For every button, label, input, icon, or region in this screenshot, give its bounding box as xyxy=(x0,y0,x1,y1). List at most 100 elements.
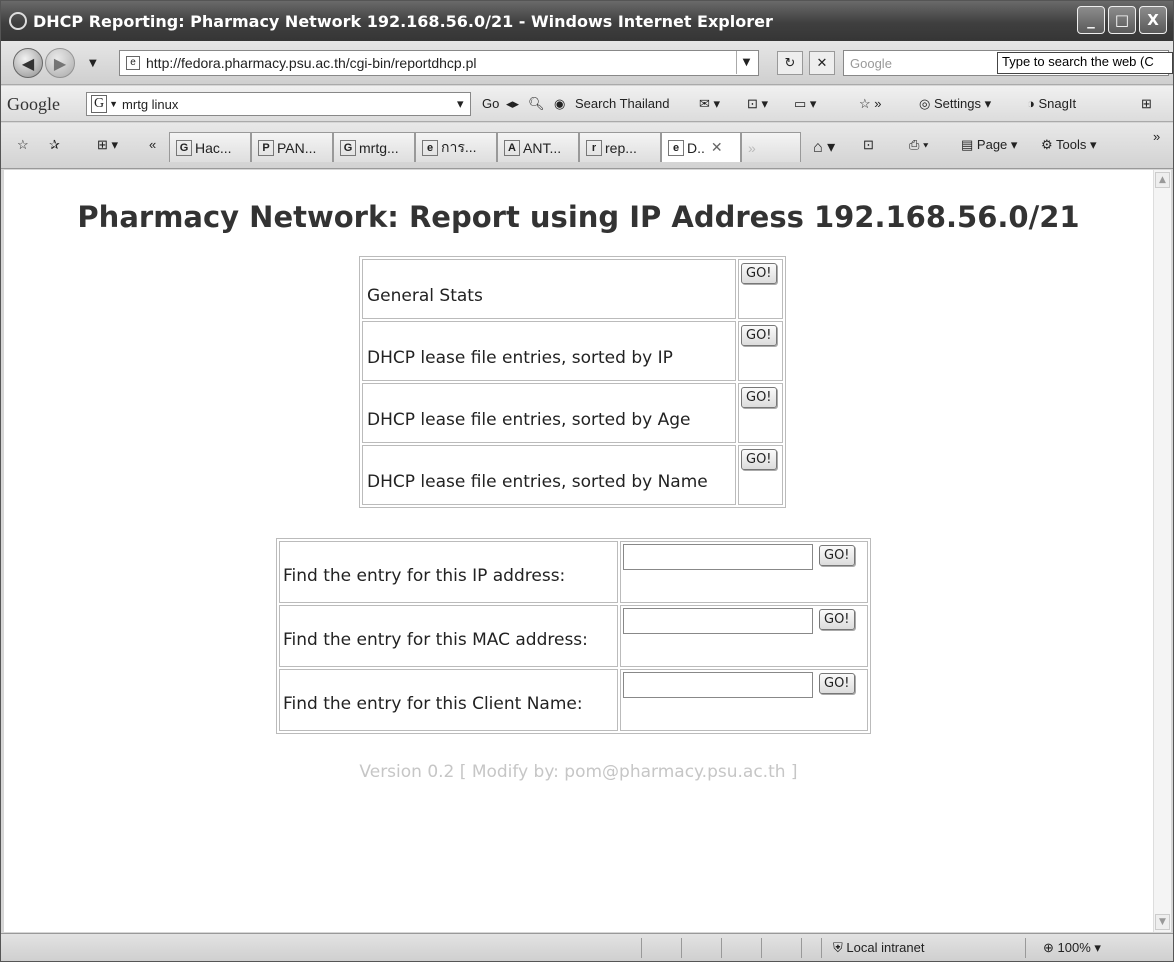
popup-blocker-icon[interactable]: ▭ ▾ xyxy=(794,96,816,112)
feeds-icon[interactable]: ⊡ xyxy=(863,137,874,153)
table-row: DHCP lease file entries, sorted by Name … xyxy=(362,445,783,505)
quick-tabs-icon[interactable]: ⊞ ▾ xyxy=(97,137,118,153)
chevron-down-icon: ▼ xyxy=(109,99,119,109)
vertical-scrollbar[interactable]: ▲ ▼ xyxy=(1153,170,1171,932)
report-tab-icon: r xyxy=(586,139,602,156)
forward-arrow-icon: ▶ xyxy=(53,53,67,73)
tab-label: ANT... xyxy=(523,139,562,156)
report-label: DHCP lease file entries, sorted by Name xyxy=(362,445,736,505)
url-text: http://fedora.pharmacy.psu.ac.th/cgi-bin… xyxy=(146,55,477,71)
find-ip-go-button[interactable]: GO! xyxy=(819,545,855,566)
google-g-icon: G xyxy=(91,95,108,113)
add-favorites-icon[interactable]: ✰ xyxy=(49,137,60,153)
chevron-down-icon[interactable]: ▾ xyxy=(457,96,464,112)
favorites-star-icon[interactable]: ☆ xyxy=(17,137,29,153)
security-zone: ⛨ Local intranet xyxy=(833,940,924,956)
new-tab-button[interactable]: » xyxy=(741,132,801,162)
stop-button[interactable]: ✕ xyxy=(809,51,835,75)
divider xyxy=(641,938,642,958)
address-bar[interactable]: e http://fedora.pharmacy.psu.ac.th/cgi-b… xyxy=(119,50,759,76)
tools-menu-button[interactable]: ⚙ Tools ▾ xyxy=(1041,137,1097,153)
settings-button[interactable]: ◎ Settings ▾ xyxy=(919,96,991,112)
zoom-control[interactable]: ⊕ 100% ▾ xyxy=(1043,940,1101,956)
report-label: DHCP lease file entries, sorted by IP xyxy=(362,321,736,381)
tab-dhcp-active[interactable]: e D.. ✕ xyxy=(661,132,741,162)
google-logo: Google xyxy=(7,94,60,114)
page-icon: ▤ xyxy=(961,137,974,152)
scroll-down-icon[interactable]: ▼ xyxy=(1155,914,1170,930)
tab-scroll-left-icon[interactable]: « xyxy=(149,137,156,152)
gear-icon: ⚙ xyxy=(1041,137,1053,152)
tab-label: D.. xyxy=(687,139,705,156)
bookmarks-icon[interactable]: ⊡ ▾ xyxy=(747,96,768,112)
tab-thai[interactable]: e การ... xyxy=(415,132,497,162)
maximize-button[interactable]: □ xyxy=(1108,6,1136,34)
table-row: DHCP lease file entries, sorted by Age G… xyxy=(362,383,783,443)
reports-table: General Stats GO! DHCP lease file entrie… xyxy=(359,256,786,508)
find-label: Find the entry for this MAC address: xyxy=(279,605,618,667)
tab-label: การ... xyxy=(441,138,477,155)
client-name-input[interactable] xyxy=(623,672,813,698)
tab-hac[interactable]: G Hac... xyxy=(169,132,251,162)
google-tab-icon: G xyxy=(176,139,192,156)
gmail-icon[interactable]: ✉ ▾ xyxy=(699,96,720,112)
forward-button[interactable]: ▶ xyxy=(45,48,75,78)
snagit-capture-icon[interactable]: ⊞ xyxy=(1141,96,1152,112)
minimize-button[interactable]: _ xyxy=(1077,6,1105,34)
search-icon[interactable]: 🔍︎ xyxy=(528,96,545,112)
sort-by-ip-go-button[interactable]: GO! xyxy=(741,325,777,346)
find-entry-table: Find the entry for this IP address: GO! … xyxy=(276,538,871,734)
close-tab-icon[interactable]: ✕ xyxy=(711,139,723,156)
history-dropdown-icon[interactable]: ▼ xyxy=(89,58,97,69)
tab-pan[interactable]: P PAN... xyxy=(251,132,333,162)
status-bar: ⛨ Local intranet ⊕ 100% ▾ xyxy=(1,933,1173,961)
stop-icon: ✕ xyxy=(816,55,828,71)
scroll-up-icon[interactable]: ▲ xyxy=(1155,172,1170,188)
tab-label: rep... xyxy=(605,139,637,156)
back-button[interactable]: ◀ xyxy=(13,48,43,78)
divider xyxy=(801,938,802,958)
tab-rep[interactable]: r rep... xyxy=(579,132,661,162)
more-tools-icon[interactable]: » xyxy=(1153,129,1160,144)
print-button[interactable]: ⎙ ▾ xyxy=(909,137,928,153)
ip-address-input[interactable] xyxy=(623,544,813,570)
zoom-level: 100% xyxy=(1057,940,1091,955)
google-search-input[interactable]: G ▼ mrtg linux xyxy=(86,92,471,116)
search-placeholder: Google xyxy=(850,55,892,71)
arrows-icon[interactable]: ◂▸ xyxy=(506,96,519,112)
refresh-button[interactable]: ↻ xyxy=(777,51,803,75)
mac-address-input[interactable] xyxy=(623,608,813,634)
version-footer: Version 0.2 [ Modify by: pom@pharmacy.ps… xyxy=(359,762,798,782)
printer-icon: ⎙ xyxy=(909,137,920,152)
page-content: Pharmacy Network: Report using IP Addres… xyxy=(4,170,1153,932)
page-menu-label: Page xyxy=(976,137,1008,152)
settings-label: Settings xyxy=(933,96,981,111)
report-label: DHCP lease file entries, sorted by Age xyxy=(362,383,736,443)
table-row: Find the entry for this MAC address: GO! xyxy=(279,605,868,667)
ie-tab-icon: e xyxy=(668,139,684,156)
tab-mrtg[interactable]: G mrtg... xyxy=(333,132,415,162)
ie-tab-icon: e xyxy=(422,139,438,156)
search-country-button[interactable]: Search Thailand xyxy=(575,96,669,111)
close-button[interactable]: X xyxy=(1139,6,1167,34)
sort-by-name-go-button[interactable]: GO! xyxy=(741,449,777,470)
table-row: Find the entry for this Client Name: GO! xyxy=(279,669,868,731)
zone-label: Local intranet xyxy=(846,940,925,955)
sort-by-age-go-button[interactable]: GO! xyxy=(741,387,777,408)
back-arrow-icon: ◀ xyxy=(21,53,35,73)
general-stats-go-button[interactable]: GO! xyxy=(741,263,777,284)
divider xyxy=(721,938,722,958)
star-icon[interactable]: ☆ » xyxy=(859,96,882,112)
browser-window: DHCP Reporting: Pharmacy Network 192.168… xyxy=(0,0,1174,962)
table-row: Find the entry for this IP address: GO! xyxy=(279,541,868,603)
snagit-button[interactable]: ◑ SnagIt xyxy=(1027,96,1076,111)
find-mac-go-button[interactable]: GO! xyxy=(819,609,855,630)
find-client-go-button[interactable]: GO! xyxy=(819,673,855,694)
zoom-icon: ⊕ xyxy=(1043,940,1054,955)
home-icon[interactable]: ⌂ ▾ xyxy=(813,137,835,157)
google-go-button[interactable]: Go xyxy=(482,96,499,111)
page-menu-button[interactable]: ▤ Page ▾ xyxy=(961,137,1017,153)
tab-ant[interactable]: A ANT... xyxy=(497,132,579,162)
address-dropdown-icon[interactable]: ▼ xyxy=(736,51,756,74)
ie-logo-icon xyxy=(9,12,27,30)
